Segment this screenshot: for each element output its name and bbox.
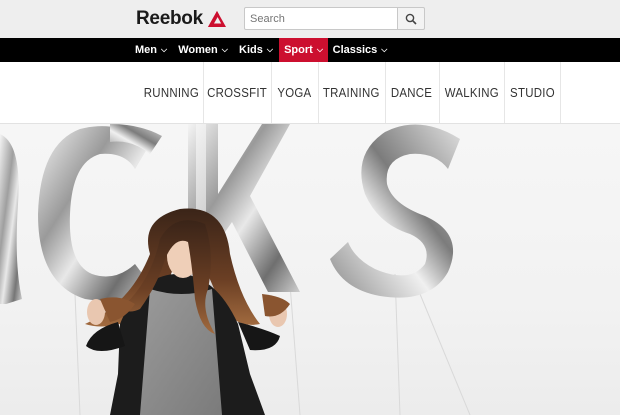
nav-item-label: Women [178,44,218,56]
sport-menu-label: CROSSFIT [207,85,267,100]
sport-submenu: RUNNING CROSSFIT YOGA TRAINING DANCE WAL… [0,62,620,124]
menu-divider [560,62,561,123]
nav-item-classics[interactable]: Classics ⌵ [330,38,390,62]
sport-menu-label: TRAINING [323,85,380,100]
main-nav: Men ⌵ Women ⌵ Kids ⌵ Sport ⌵ Classics ⌵ [0,38,620,62]
sport-menu-label: RUNNING [143,85,199,100]
site-header: Reebok [0,0,620,38]
nav-item-label: Classics [332,44,378,56]
chevron-down-icon: ⌵ [316,45,323,54]
chevron-down-icon: ⌵ [160,45,168,54]
sport-menu-item-dance[interactable]: DANCE [386,62,438,123]
sport-menu-item-crossfit[interactable]: CROSSFIT [204,62,270,123]
nav-item-women[interactable]: Women ⌵ [174,38,232,62]
sport-menu-label: WALKING [444,85,499,100]
chevron-down-icon: ⌵ [221,45,228,54]
sport-menu-label: YOGA [277,85,312,100]
sport-menu-item-studio[interactable]: STUDIO [505,62,560,123]
search-icon [405,13,417,25]
sport-menu-label: DANCE [391,85,433,100]
nav-item-men[interactable]: Men ⌵ [130,38,172,62]
sport-menu-item-yoga[interactable]: YOGA [272,62,317,123]
sport-menu-item-walking[interactable]: WALKING [440,62,503,123]
nav-item-label: Sport [284,44,313,56]
search-input[interactable] [244,7,398,30]
sport-menu-item-training[interactable]: TRAINING [319,62,384,123]
hero-banner[interactable] [0,124,620,415]
search-button[interactable] [397,7,425,30]
nav-item-sport[interactable]: Sport ⌵ [279,38,328,62]
sport-menu-item-running[interactable]: RUNNING [140,62,202,123]
sport-menu-label: STUDIO [510,85,555,100]
nav-item-label: Men [134,44,157,56]
chevron-down-icon: ⌵ [381,45,388,54]
nav-item-kids[interactable]: Kids ⌵ [235,38,277,62]
brand-name: Reebok [136,8,203,29]
brand-logo[interactable]: Reebok [136,8,227,30]
reebok-delta-icon [207,11,226,27]
nav-item-label: Kids [239,44,263,56]
hero-image [0,124,471,415]
chevron-down-icon: ⌵ [266,45,273,54]
